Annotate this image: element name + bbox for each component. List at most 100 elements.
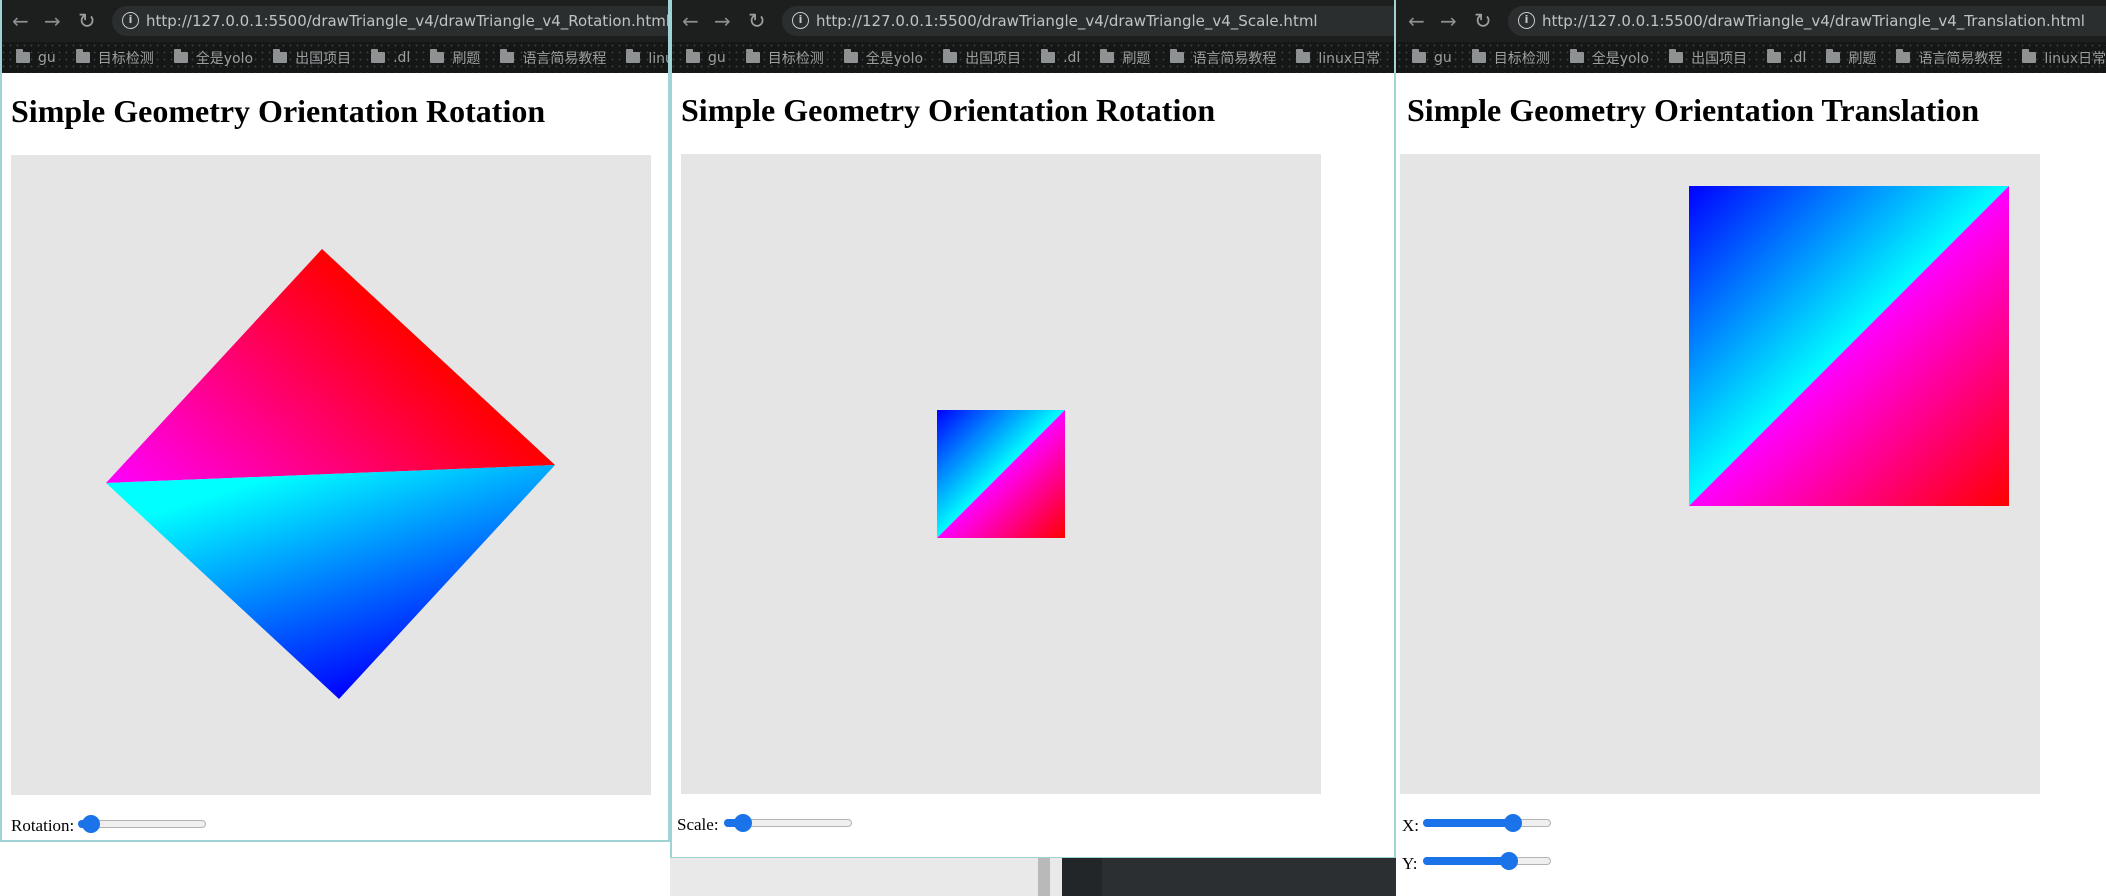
address-bar[interactable]: i http://127.0.0.1:5500/drawTriangle_v4/… — [112, 6, 670, 36]
y-label: Y: — [1402, 854, 1418, 873]
bookmark-item[interactable]: 刷题 — [430, 48, 480, 68]
scale-slider[interactable] — [724, 813, 852, 833]
url-text: http://127.0.0.1:5500/drawTriangle_v4/dr… — [816, 12, 1318, 30]
bookmark-item[interactable]: 语言简易教程 — [1896, 48, 2002, 68]
folder-icon — [1296, 49, 1311, 63]
page-title: Simple Geometry Orientation Rotation — [681, 92, 1216, 128]
slider-thumb[interactable] — [734, 814, 753, 832]
bookmark-item[interactable]: linux日常 — [2022, 48, 2106, 68]
bookmark-item[interactable]: 语言简易教程 — [500, 48, 606, 68]
folder-icon — [1412, 49, 1426, 63]
browser-toolbar: ← → ↻ i http://127.0.0.1:5500/drawTriang… — [0, 0, 670, 42]
folder-icon — [1041, 49, 1056, 63]
folder-icon — [1471, 49, 1486, 63]
info-icon[interactable]: i — [1518, 12, 1535, 29]
back-arrow-icon[interactable]: ← — [12, 10, 29, 32]
bookmarks-bar: gu 目标检测 全是yolo 出国项目 .dl 刷题 语言简易教程 linux日… — [1396, 42, 2106, 73]
web-page: Simple Geometry Orientation Rotation Sca — [670, 73, 1396, 857]
y-slider[interactable] — [1423, 851, 1551, 871]
folder-icon — [2022, 49, 2037, 63]
forward-arrow-icon[interactable]: → — [44, 10, 61, 32]
bookmark-item[interactable]: .dl — [371, 49, 410, 66]
page-title: Simple Geometry Orientation Translation — [1407, 92, 1980, 128]
slider-fill — [1423, 819, 1513, 827]
triangle-upper — [106, 249, 555, 483]
bookmark-item[interactable]: .dl — [1767, 49, 1806, 66]
folder-icon — [1767, 49, 1782, 63]
slider-fill — [1423, 857, 1509, 865]
info-icon[interactable]: i — [792, 12, 809, 29]
x-slider[interactable] — [1423, 813, 1551, 833]
bookmark-item[interactable]: gu — [686, 49, 726, 66]
rotation-slider[interactable] — [78, 814, 206, 834]
folder-icon — [1896, 49, 1911, 63]
folder-icon — [1100, 49, 1115, 63]
background-window-fragment — [1102, 858, 1396, 896]
bookmark-item[interactable]: 刷题 — [1826, 48, 1876, 68]
back-arrow-icon[interactable]: ← — [682, 10, 699, 32]
web-page: Simple Geometry Orientation Translation — [1396, 73, 2106, 896]
reload-icon[interactable]: ↻ — [748, 10, 766, 32]
bookmark-item[interactable]: 目标检测 — [1471, 48, 1550, 68]
folder-icon — [1669, 49, 1684, 63]
browser-toolbar: ← → ↻ i http://127.0.0.1:5500/drawTriang… — [670, 0, 1396, 42]
forward-arrow-icon[interactable]: → — [1440, 10, 1457, 32]
bookmark-item[interactable]: 全是yolo — [843, 48, 923, 68]
slider-thumb[interactable] — [1503, 814, 1522, 832]
folder-icon — [745, 49, 760, 63]
folder-icon — [686, 49, 700, 63]
browser-window-scale: ← → ↻ i http://127.0.0.1:5500/drawTriang… — [670, 0, 1396, 896]
reload-icon[interactable]: ↻ — [78, 10, 96, 32]
bookmark-item[interactable]: gu — [1412, 49, 1452, 66]
webgl-canvas — [681, 154, 1321, 794]
url-text: http://127.0.0.1:5500/drawTriangle_v4/dr… — [146, 12, 670, 30]
bookmarks-bar: gu 目标检测 全是yolo 出国项目 .dl 刷题 语言简易教程 linux日… — [670, 42, 1396, 73]
bookmark-item[interactable]: 目标检测 — [75, 48, 154, 68]
bookmark-item[interactable]: 语言简易教程 — [1170, 48, 1276, 68]
bookmark-item[interactable]: 出国项目 — [1669, 48, 1747, 68]
folder-icon — [500, 49, 515, 63]
browser-window-rotation: ← → ↻ i http://127.0.0.1:5500/drawTriang… — [0, 0, 670, 896]
folder-icon — [943, 49, 958, 63]
folder-icon — [371, 49, 386, 63]
browser-chrome: ← → ↻ i http://127.0.0.1:5500/drawTriang… — [670, 0, 1396, 73]
folder-icon — [75, 49, 90, 63]
folder-icon — [273, 49, 288, 63]
geometry-drawing — [937, 410, 1065, 538]
bookmark-item[interactable]: 全是yolo — [173, 48, 253, 68]
geometry-drawing — [1689, 186, 2009, 506]
scale-label: Scale: — [677, 815, 719, 834]
rotation-label: Rotation: — [11, 816, 75, 835]
slider-thumb[interactable] — [81, 815, 100, 833]
desktop-background-strip — [670, 858, 1396, 896]
browser-chrome: ← → ↻ i http://127.0.0.1:5500/drawTriang… — [1396, 0, 2106, 73]
browser-window-translation: ← → ↻ i http://127.0.0.1:5500/drawTriang… — [1396, 0, 2106, 896]
folder-icon — [430, 49, 445, 63]
bookmark-item[interactable]: 全是yolo — [1569, 48, 1649, 68]
info-icon[interactable]: i — [122, 12, 139, 29]
address-bar[interactable]: i http://127.0.0.1:5500/drawTriangle_v4/… — [1508, 6, 2106, 36]
forward-arrow-icon[interactable]: → — [714, 10, 731, 32]
bookmark-item[interactable]: 出国项目 — [943, 48, 1021, 68]
bookmark-item[interactable]: 出国项目 — [273, 48, 351, 68]
folder-icon — [626, 49, 641, 63]
address-bar[interactable]: i http://127.0.0.1:5500/drawTriangle_v4/… — [782, 6, 1396, 36]
geometry-drawing — [106, 249, 555, 699]
bookmark-item[interactable]: gu — [16, 49, 56, 66]
page-title: Simple Geometry Orientation Rotation — [11, 93, 546, 129]
bookmark-item[interactable]: 目标检测 — [745, 48, 824, 68]
folder-icon — [1170, 49, 1185, 63]
bookmark-item[interactable]: .dl — [1041, 49, 1080, 66]
back-arrow-icon[interactable]: ← — [1408, 10, 1425, 32]
folder-icon — [1569, 49, 1584, 63]
web-page: Simple Geometry Orientation Rotation Rot — [0, 73, 670, 840]
x-label: X: — [1402, 816, 1419, 835]
bookmark-item[interactable]: 刷题 — [1100, 48, 1150, 68]
bookmark-item[interactable]: linux日常 — [1296, 48, 1380, 68]
slider-thumb[interactable] — [1499, 852, 1518, 870]
browser-toolbar: ← → ↻ i http://127.0.0.1:5500/drawTriang… — [1396, 0, 2106, 42]
folder-icon — [16, 49, 30, 63]
folder-icon — [1826, 49, 1841, 63]
bookmark-item[interactable]: linux日常 — [626, 48, 670, 68]
reload-icon[interactable]: ↻ — [1474, 10, 1492, 32]
